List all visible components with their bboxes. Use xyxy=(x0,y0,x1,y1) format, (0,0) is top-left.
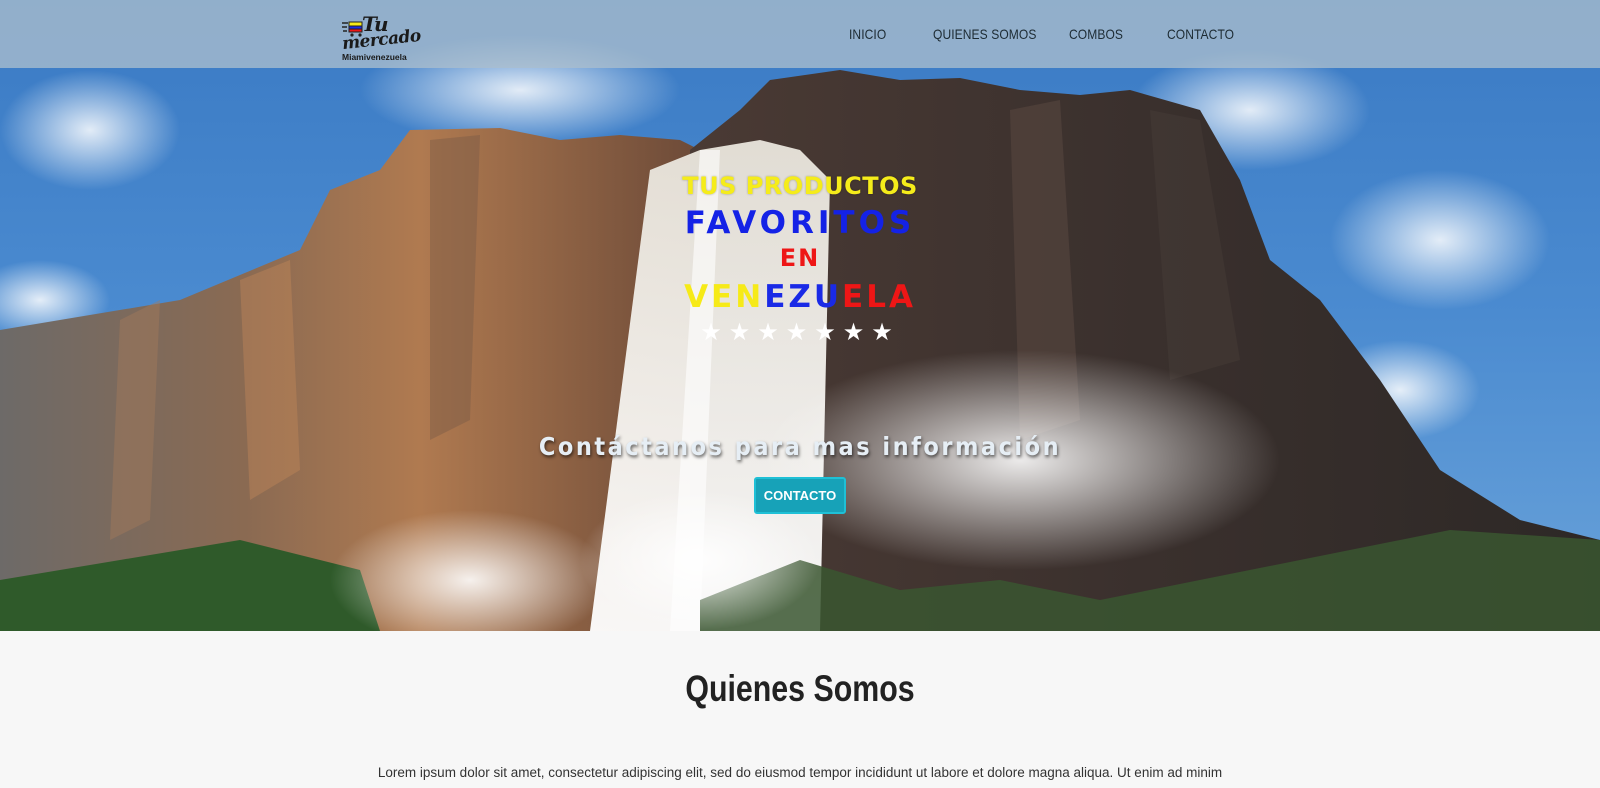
hero-line-4-part-red: ELA xyxy=(842,279,916,315)
flag-stars-icon: ★★★★★★★ xyxy=(700,318,900,346)
hero-line-4-part-blue: EZU xyxy=(764,279,843,315)
hero-line-1: TUS PRODUCTOS xyxy=(682,172,918,200)
contact-button[interactable]: CONTACTO xyxy=(754,477,846,514)
section-title-quienes-somos: Quienes Somos xyxy=(685,668,915,709)
nav-item-contacto[interactable]: CONTACTO xyxy=(1167,26,1234,42)
hero-line-2: FAVORITOS xyxy=(684,205,916,241)
hero-line-4: VENEZUELA xyxy=(0,279,1600,315)
about-text: Lorem ipsum dolor sit amet, consectetur … xyxy=(377,765,1223,780)
navbar: Tu mercado Miamivenezuela INICIO QUIENES… xyxy=(0,0,1600,68)
hero-subtitle: Contáctanos para mas información xyxy=(538,432,1062,461)
hero-section: Tu mercado Miamivenezuela INICIO QUIENES… xyxy=(0,0,1600,631)
hero-line-4-part-yellow: VEN xyxy=(684,279,765,315)
logo-subtitle: Miamivenezuela xyxy=(342,52,407,62)
nav-item-inicio[interactable]: INICIO xyxy=(849,26,886,42)
hero-background-image xyxy=(0,0,1600,631)
nav-item-quienes-somos[interactable]: QUIENES SOMOS xyxy=(933,26,1036,42)
hero-line-3: EN xyxy=(779,244,821,272)
brand-logo[interactable]: Tu mercado Miamivenezuela xyxy=(341,12,426,62)
nav-item-combos[interactable]: COMBOS xyxy=(1069,26,1123,42)
